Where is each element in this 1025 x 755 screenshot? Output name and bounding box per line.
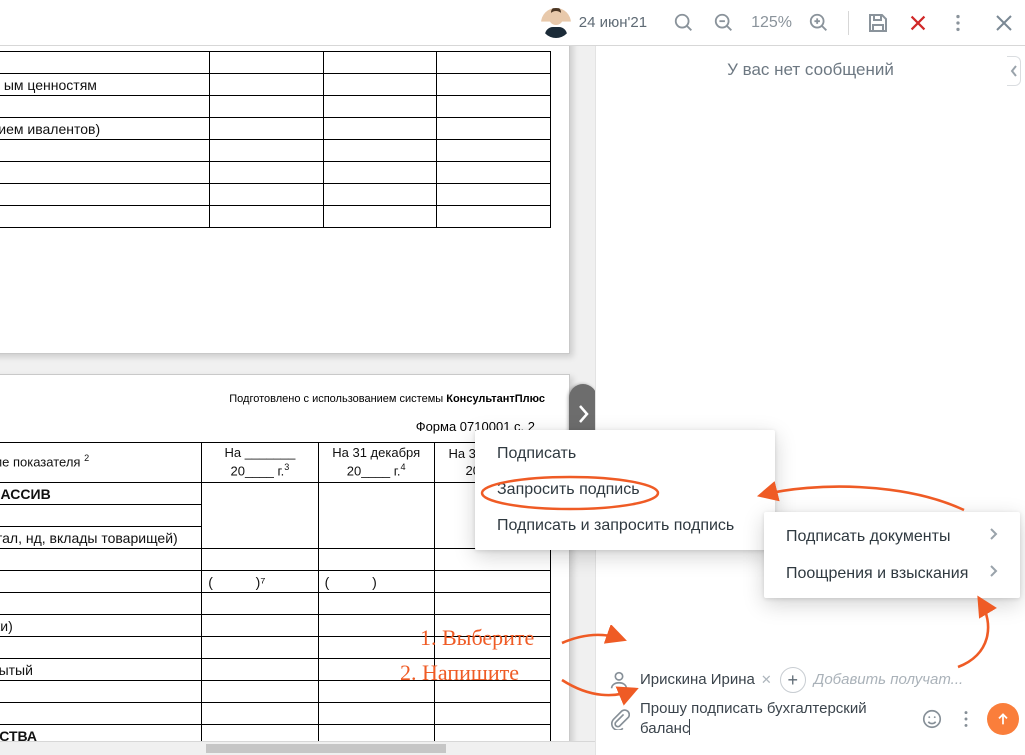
chat-header: У вас нет сообщений bbox=[596, 46, 1025, 94]
chat-empty-text: У вас нет сообщений bbox=[727, 60, 894, 80]
message-row: Прошу подписать бухгалтерский баланс bbox=[606, 699, 1019, 740]
close-button[interactable] bbox=[987, 6, 1021, 40]
col-name: енование показателя 2 bbox=[0, 443, 202, 483]
balance-table-bottom: енование показателя 2 На _______ 20____ … bbox=[0, 442, 551, 747]
save-button[interactable] bbox=[861, 6, 895, 40]
sidebar-collapse-handle[interactable] bbox=[1007, 56, 1021, 86]
scrollbar-thumb[interactable] bbox=[206, 744, 446, 753]
search-icon[interactable] bbox=[667, 6, 701, 40]
attach-icon[interactable] bbox=[606, 708, 632, 730]
sign-menu: Подписать Запросить подпись Подписать и … bbox=[475, 430, 775, 550]
zoom-out-icon[interactable] bbox=[707, 6, 741, 40]
chat-sidebar: У вас нет сообщений Ирискина Ирина ✕ + Д… bbox=[595, 46, 1025, 755]
kebab-menu-icon[interactable] bbox=[941, 6, 975, 40]
col-on-31-a: На 31 декабря 20____ г.4 bbox=[318, 443, 434, 483]
toolbar-separator bbox=[848, 11, 849, 35]
document-date: 24 июн'21 bbox=[579, 14, 647, 31]
section-heading: ОРОТНЫЕ АКТИВЫ bbox=[0, 52, 210, 74]
balance-table-top: ОРОТНЫЕ АКТИВЫ авленную стоимость по ым … bbox=[0, 51, 551, 228]
person-icon bbox=[606, 669, 632, 691]
col-on-date: На _______ 20____ г.3 bbox=[202, 443, 318, 483]
menu-item-rewards[interactable]: Поощрения и взыскания bbox=[764, 555, 1020, 592]
horizontal-scrollbar[interactable] bbox=[0, 741, 595, 755]
avatar[interactable] bbox=[541, 8, 571, 38]
chat-composer: Ирискина Ирина ✕ + Добавить получат... П… bbox=[596, 659, 1025, 755]
recipient-placeholder: Добавить получат... bbox=[814, 671, 963, 688]
delete-button[interactable] bbox=[901, 6, 935, 40]
message-input[interactable]: Прошу подписать бухгалтерский баланс bbox=[640, 699, 911, 740]
zoom-in-icon[interactable] bbox=[802, 6, 836, 40]
toolbar: 24 июн'21 125% bbox=[0, 0, 1025, 46]
emoji-icon[interactable] bbox=[919, 708, 945, 730]
menu-item-sign-and-request[interactable]: Подписать и запросить подпись bbox=[475, 508, 775, 544]
recipient-chip[interactable]: Ирискина Ирина ✕ bbox=[640, 671, 772, 688]
add-recipient-button[interactable]: + bbox=[780, 667, 806, 693]
chevron-right-icon bbox=[988, 527, 998, 546]
document-page-1: ОРОТНЫЕ АКТИВЫ авленную стоимость по ым … bbox=[0, 46, 570, 354]
document-viewport[interactable]: ОРОТНЫЕ АКТИВЫ авленную стоимость по ым … bbox=[0, 46, 595, 755]
remove-recipient-icon[interactable]: ✕ bbox=[761, 672, 772, 688]
zoom-level[interactable]: 125% bbox=[747, 14, 796, 32]
send-button[interactable] bbox=[987, 703, 1019, 735]
chevron-right-icon bbox=[988, 564, 998, 583]
categories-menu: Подписать документы Поощрения и взыскани… bbox=[764, 512, 1020, 598]
recipients-row: Ирискина Ирина ✕ + Добавить получат... bbox=[606, 667, 1019, 693]
menu-item-request-sign[interactable]: Запросить подпись bbox=[475, 472, 775, 508]
composer-kebab-icon[interactable] bbox=[953, 708, 979, 730]
menu-item-sign-docs[interactable]: Подписать документы bbox=[764, 518, 1020, 555]
menu-item-sign[interactable]: Подписать bbox=[475, 436, 775, 472]
